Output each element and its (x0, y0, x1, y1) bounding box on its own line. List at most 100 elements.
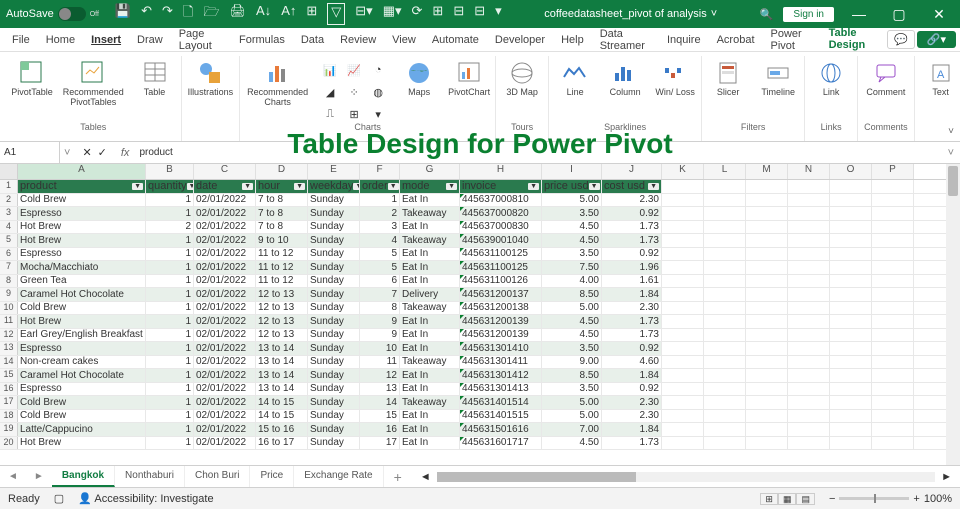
macro-record-icon[interactable]: ▢ (54, 492, 64, 505)
cell[interactable]: Sunday (308, 437, 360, 450)
cell[interactable]: 12 to 13 (256, 288, 308, 301)
sheet-tab-chon-buri[interactable]: Chon Buri (185, 466, 250, 487)
pivot-icon[interactable]: ⊟▾ (355, 3, 372, 25)
maximize-button[interactable]: ▢ (884, 6, 914, 23)
col-header-L[interactable]: L (704, 164, 746, 179)
cell[interactable]: 4.50 (542, 437, 602, 450)
col-header-E[interactable]: E (308, 164, 360, 179)
cell[interactable]: 445631501616 (460, 423, 542, 436)
cell[interactable]: 1.84 (602, 423, 662, 436)
col-header-B[interactable]: B (146, 164, 194, 179)
cell[interactable] (872, 234, 914, 247)
sparkline-winloss-button[interactable]: Win/ Loss (655, 60, 695, 98)
fx-icon[interactable]: fx (115, 147, 136, 159)
cell[interactable]: Sunday (308, 410, 360, 423)
cell[interactable]: 12 to 13 (256, 329, 308, 342)
cell[interactable]: 5.00 (542, 410, 602, 423)
signin-button[interactable]: Sign in (783, 7, 834, 22)
row-header[interactable]: 11 (0, 315, 18, 328)
cell[interactable]: Eat In (400, 221, 460, 234)
filter-dropdown-icon[interactable]: ▼ (589, 183, 600, 190)
cell[interactable]: 4 (360, 234, 400, 247)
title-dropdown-icon[interactable]: ˅ (711, 8, 717, 20)
cell[interactable]: Sunday (308, 261, 360, 274)
tab-page-layout[interactable]: Page Layout (171, 24, 231, 56)
row-header[interactable]: 7 (0, 261, 18, 274)
cell[interactable] (746, 329, 788, 342)
cell[interactable] (662, 194, 704, 207)
expand-formula-icon[interactable]: ˅ (942, 147, 960, 159)
cell[interactable] (830, 194, 872, 207)
comments-button[interactable]: 💬 (887, 30, 915, 49)
cell[interactable] (662, 342, 704, 355)
cell[interactable]: Sunday (308, 302, 360, 315)
cell[interactable]: 1.84 (602, 369, 662, 382)
cell[interactable] (746, 383, 788, 396)
table-header-cell[interactable]: mode▼ (400, 180, 460, 193)
cell[interactable]: 0.92 (602, 342, 662, 355)
cell[interactable]: Sunday (308, 207, 360, 220)
table-header-cell[interactable] (662, 180, 704, 193)
cell[interactable] (872, 207, 914, 220)
col-header-K[interactable]: K (662, 164, 704, 179)
sheet-tab-exchange-rate[interactable]: Exchange Rate (294, 466, 383, 487)
table-header-cell[interactable]: invoice▼ (460, 180, 542, 193)
cell[interactable] (746, 221, 788, 234)
row-header[interactable]: 8 (0, 275, 18, 288)
cell[interactable]: Eat In (400, 248, 460, 261)
cell[interactable]: 10 (360, 342, 400, 355)
row-header[interactable]: 18 (0, 410, 18, 423)
cell[interactable] (788, 207, 830, 220)
cell[interactable]: 02/01/2022 (194, 315, 256, 328)
cell[interactable] (662, 207, 704, 220)
zoom-slider[interactable] (839, 497, 909, 500)
cell[interactable]: 0.92 (602, 383, 662, 396)
cell[interactable]: 02/01/2022 (194, 329, 256, 342)
cell[interactable]: 4.50 (542, 234, 602, 247)
tab-power-pivot[interactable]: Power Pivot (763, 24, 821, 56)
cell[interactable]: 12 to 13 (256, 302, 308, 315)
col-header-G[interactable]: G (400, 164, 460, 179)
row-header[interactable]: 19 (0, 423, 18, 436)
cell[interactable]: 445631100126 (460, 275, 542, 288)
cell[interactable]: 02/01/2022 (194, 437, 256, 450)
sheet-nav-next[interactable]: ► (26, 471, 52, 482)
cell[interactable]: 4.50 (542, 315, 602, 328)
cell[interactable]: 5 (360, 261, 400, 274)
cell[interactable]: Hot Brew (18, 221, 146, 234)
cell[interactable] (872, 329, 914, 342)
cell[interactable] (830, 275, 872, 288)
cell[interactable]: Sunday (308, 194, 360, 207)
recommended-pivot-button[interactable]: Recommended PivotTables (62, 60, 125, 108)
cell[interactable]: 13 (360, 383, 400, 396)
cell[interactable] (662, 315, 704, 328)
cell[interactable] (662, 356, 704, 369)
cell[interactable]: Mocha/Macchiato (18, 261, 146, 274)
row-header[interactable]: 12 (0, 329, 18, 342)
cell[interactable]: Sunday (308, 275, 360, 288)
row-header[interactable]: 5 (0, 234, 18, 247)
col-header-P[interactable]: P (872, 164, 914, 179)
cell[interactable]: 1 (146, 302, 194, 315)
collapse-ribbon-icon[interactable]: ˅ (948, 126, 954, 137)
vertical-scrollbar[interactable] (946, 164, 960, 465)
cell[interactable] (788, 342, 830, 355)
cell[interactable]: 14 to 15 (256, 410, 308, 423)
row-header[interactable]: 20 (0, 437, 18, 450)
cell[interactable] (788, 302, 830, 315)
cell[interactable]: 445631100125 (460, 248, 542, 261)
filter-icon[interactable]: ▽ (327, 3, 345, 25)
cell[interactable] (746, 194, 788, 207)
sheet-tab-price[interactable]: Price (250, 466, 294, 487)
cell[interactable] (704, 261, 746, 274)
cell[interactable]: Eat In (400, 369, 460, 382)
tab-acrobat[interactable]: Acrobat (709, 30, 763, 50)
cell[interactable]: 02/01/2022 (194, 396, 256, 409)
select-all-corner[interactable] (0, 164, 18, 179)
cell[interactable] (788, 369, 830, 382)
tab-help[interactable]: Help (553, 30, 592, 50)
cell[interactable]: 13 to 14 (256, 356, 308, 369)
cell[interactable]: 445631401514 (460, 396, 542, 409)
cell[interactable] (662, 396, 704, 409)
cell[interactable]: 0.92 (602, 207, 662, 220)
